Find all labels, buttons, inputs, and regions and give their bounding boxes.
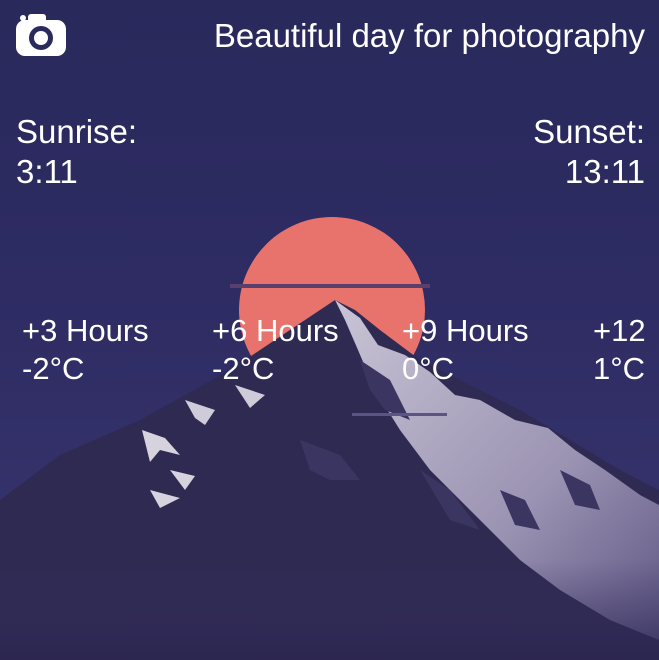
camera-icon[interactable] (14, 12, 68, 58)
forecast-item: +3 Hours -2°C (22, 312, 149, 388)
forecast-temp: 1°C (593, 351, 646, 386)
forecast-hours: +6 Hours (212, 313, 339, 348)
forecast-hours: +9 Hours (402, 313, 529, 348)
sunrise-time: 3:11 (16, 153, 78, 190)
forecast-hours: +12 (593, 313, 646, 348)
forecast-item: +6 Hours -2°C (212, 312, 339, 388)
sunrise-label: Sunrise: (16, 113, 138, 150)
forecast-temp: -2°C (22, 351, 85, 386)
forecast-item: +9 Hours 0°C (402, 312, 529, 388)
forecast-temp: -2°C (212, 351, 275, 386)
sunset-block: Sunset: 13:11 (533, 112, 645, 192)
headline-text: Beautiful day for photography (213, 17, 645, 54)
weather-screen: Beautiful day for photography Sunrise: 3… (0, 0, 659, 660)
forecast-hours: +3 Hours (22, 313, 149, 348)
sunrise-block: Sunrise: 3:11 (16, 112, 137, 192)
forecast-item: +12 1°C (593, 312, 646, 388)
forecast-temp: 0°C (402, 351, 455, 386)
sunset-label: Sunset: (533, 113, 645, 150)
sunset-time: 13:11 (564, 153, 645, 190)
